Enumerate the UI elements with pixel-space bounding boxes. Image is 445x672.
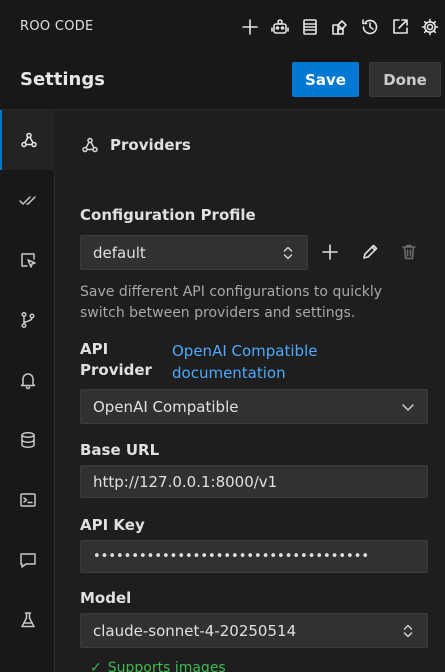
settings-header: Settings Save Done <box>0 54 445 110</box>
settings-sidebar <box>0 110 55 672</box>
check-all-icon <box>18 196 36 205</box>
save-button[interactable]: Save <box>292 62 359 97</box>
base-url-label: Base URL <box>80 441 160 459</box>
git-branch-icon <box>20 311 35 329</box>
terminal-icon <box>19 493 36 507</box>
bell-icon <box>20 373 35 390</box>
pencil-icon <box>363 244 378 259</box>
done-button[interactable]: Done <box>369 62 441 97</box>
delete-profile-button[interactable] <box>395 238 423 266</box>
comment-icon <box>19 553 36 568</box>
supports-images-indicator: ✓ Supports images <box>90 660 226 672</box>
app-title: ROO CODE <box>20 19 94 34</box>
section-header: Providers <box>80 135 191 155</box>
sidebar-item-experimental[interactable] <box>0 590 55 650</box>
base-url-value: http://127.0.0.1:8000/v1 <box>93 472 278 491</box>
database-icon <box>20 432 35 448</box>
cursor-select-icon <box>20 253 36 268</box>
sidebar-item-checkpoints[interactable] <box>0 290 55 350</box>
title-bar: ROO CODE <box>0 0 445 54</box>
sidebar-item-notifications[interactable] <box>0 350 55 410</box>
updown-chevron-icon <box>401 623 415 639</box>
provider-value: OpenAI Compatible <box>93 397 239 416</box>
updown-chevron-icon <box>281 245 295 261</box>
extensions-icon[interactable] <box>325 14 355 40</box>
sidebar-item-providers[interactable] <box>0 110 55 170</box>
api-key-value: •••••••••••••••••••••••••••••••••••• <box>93 549 370 564</box>
provider-select[interactable]: OpenAI Compatible <box>80 389 428 424</box>
provider-docs-link[interactable]: OpenAI Compatible documentation <box>172 340 372 384</box>
add-profile-button[interactable] <box>316 238 344 266</box>
sidebar-item-context[interactable] <box>0 410 55 470</box>
page-title: Settings <box>20 69 105 90</box>
sidebar-item-terminal[interactable] <box>0 470 55 530</box>
base-url-input[interactable]: http://127.0.0.1:8000/v1 <box>80 465 428 498</box>
sidebar-item-prompts[interactable] <box>0 530 55 590</box>
trash-icon <box>402 244 416 260</box>
model-select[interactable]: claude-sonnet-4-20250514 <box>80 613 428 648</box>
api-key-input[interactable]: •••••••••••••••••••••••••••••••••••• <box>80 540 428 573</box>
api-key-label: API Key <box>80 516 145 534</box>
popout-icon[interactable] <box>385 14 415 40</box>
sidebar-item-auto-approve[interactable] <box>0 170 55 230</box>
gear-icon[interactable] <box>415 14 445 40</box>
beaker-icon <box>20 612 35 628</box>
model-value: claude-sonnet-4-20250514 <box>93 621 297 640</box>
webhook-icon <box>82 137 98 153</box>
supports-images-text: Supports images <box>107 660 226 672</box>
history-icon[interactable] <box>355 14 385 40</box>
profile-value: default <box>93 243 146 262</box>
check-icon: ✓ <box>90 660 102 672</box>
server-icon[interactable] <box>295 14 325 40</box>
section-title: Providers <box>110 136 191 154</box>
settings-main: Providers Configuration Profile default … <box>56 110 445 672</box>
provider-label: API Provider <box>80 340 152 379</box>
profile-help-text: Save different API configurations to qui… <box>80 284 383 321</box>
chevron-down-icon <box>401 399 415 415</box>
title-bar-actions <box>235 14 445 40</box>
webhook-icon <box>20 132 37 148</box>
model-label: Model <box>80 589 132 607</box>
robot-icon[interactable] <box>265 14 295 40</box>
profile-select[interactable]: default <box>80 235 308 270</box>
profile-label: Configuration Profile <box>80 206 256 224</box>
sidebar-item-browser[interactable] <box>0 230 55 290</box>
plus-icon[interactable] <box>235 14 265 40</box>
rename-profile-button[interactable] <box>356 238 384 266</box>
plus-icon <box>322 244 338 260</box>
